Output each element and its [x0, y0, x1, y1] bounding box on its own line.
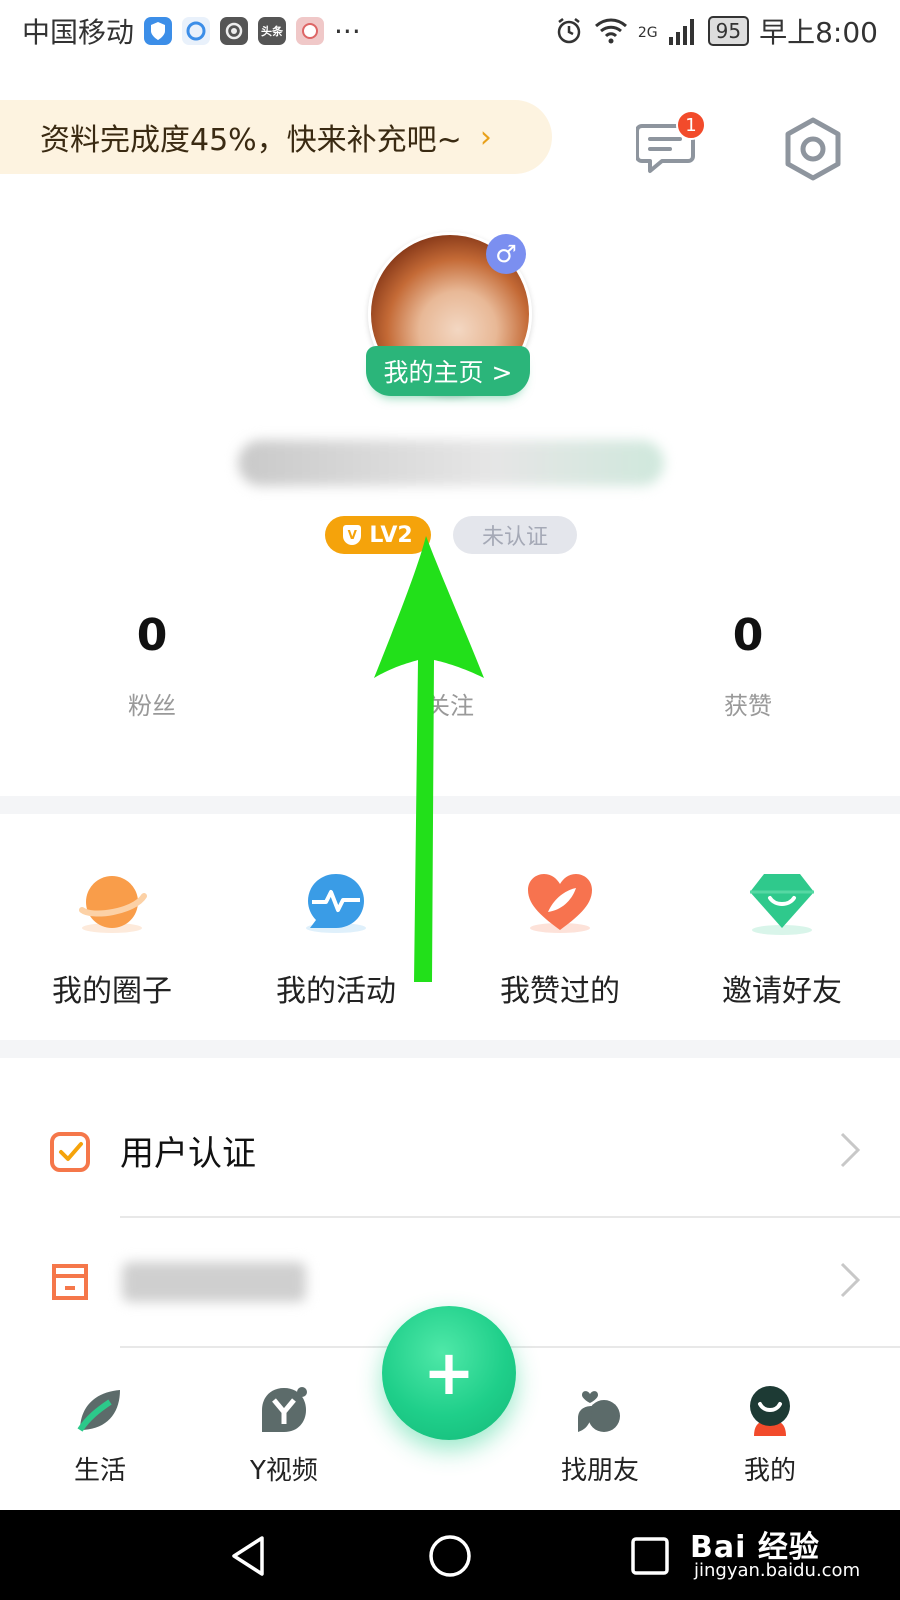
- verify-checkbox-icon: [48, 1130, 92, 1174]
- list-item-user-verification[interactable]: 用户认证: [0, 1088, 900, 1216]
- chevron-right-icon: [838, 1260, 862, 1300]
- level-shield-icon: V: [343, 525, 362, 545]
- home-circle-icon: [429, 1535, 471, 1577]
- recents-square-icon: [631, 1537, 669, 1575]
- signal-icon: [668, 19, 694, 45]
- quick-label: 我的活动: [276, 974, 396, 1009]
- quick-my-likes[interactable]: 我赞过的: [470, 866, 650, 1010]
- recents-button[interactable]: [626, 1532, 674, 1580]
- life-leaf-icon: [74, 1384, 126, 1436]
- watermark-url: jingyan.baidu.com: [694, 1560, 861, 1581]
- find-friends-icon: [574, 1384, 626, 1436]
- toutiao-icon: 头条: [258, 17, 287, 45]
- section-divider: [0, 1040, 900, 1058]
- likes-label: 获赞: [724, 692, 772, 720]
- quick-label: 邀请好友: [722, 974, 842, 1009]
- nav-label: Y视频: [250, 1456, 318, 1486]
- nav-tab-life[interactable]: 生活: [30, 1384, 170, 1487]
- section-divider: [0, 796, 900, 814]
- level-text: LV2: [369, 522, 413, 548]
- nav-label: 生活: [73, 1456, 126, 1486]
- more-notifications-icon: ···: [334, 14, 361, 48]
- quick-label: 我的圈子: [52, 974, 172, 1009]
- camera-app-icon: [220, 17, 249, 45]
- alarm-icon: [557, 18, 581, 44]
- chevron-right-icon: [838, 1130, 862, 1170]
- list-item-label: 用户认证: [120, 1134, 256, 1174]
- fans-label: 粉丝: [128, 692, 176, 720]
- status-right: 2G 95 早上8:00: [554, 11, 878, 51]
- quick-invite-friends[interactable]: 邀请好友: [692, 866, 872, 1010]
- nav-label: 找朋友: [560, 1456, 639, 1486]
- back-triangle-icon: [232, 1536, 264, 1576]
- status-left: 中国移动 头条 ···: [22, 11, 361, 51]
- browser-icon: [182, 17, 211, 45]
- smile-gem-icon: [742, 866, 822, 946]
- settings-hexagon-icon: [785, 117, 841, 181]
- cartoon-app-icon: [296, 17, 325, 45]
- activity-pulse-icon: [296, 866, 376, 946]
- carrier-label: 中国移动: [22, 16, 135, 49]
- nav-tab-y-video[interactable]: Y视频: [214, 1384, 354, 1487]
- quick-my-activities[interactable]: 我的活动: [246, 866, 426, 1010]
- nav-tab-me[interactable]: 我的: [700, 1384, 840, 1487]
- profile-completion-banner[interactable]: 资料完成度45%，快来补充吧~ ›: [0, 100, 552, 174]
- home-button[interactable]: [426, 1532, 474, 1580]
- quick-label: 我赞过的: [500, 974, 620, 1009]
- stat-following[interactable]: 0 关注: [350, 608, 550, 721]
- list-item-label-blurred: [122, 1262, 306, 1302]
- clock: 早上8:00: [759, 16, 878, 49]
- heart-leaf-icon: [520, 866, 600, 946]
- quick-my-circles[interactable]: 我的圈子: [22, 866, 202, 1010]
- y-video-icon: [258, 1384, 310, 1436]
- planet-icon: [72, 866, 152, 946]
- male-gender-icon: ♂: [486, 234, 526, 274]
- stat-likes[interactable]: 0 获赞: [648, 608, 848, 721]
- fans-count: 0: [136, 610, 168, 661]
- chevron-right-icon: ›: [479, 119, 492, 155]
- profile-badges: V LV2 未认证: [325, 516, 577, 554]
- me-avatar-icon: [744, 1384, 796, 1436]
- battery-indicator: 95: [707, 16, 750, 46]
- level-badge[interactable]: V LV2: [325, 516, 431, 554]
- wifi-icon: [594, 18, 627, 44]
- archive-icon: [48, 1260, 92, 1304]
- following-count: 0: [434, 610, 466, 661]
- nav-tab-find-friends[interactable]: 找朋友: [530, 1384, 670, 1487]
- settings-button[interactable]: [780, 116, 846, 182]
- username-blurred: [238, 440, 664, 486]
- back-button[interactable]: [226, 1532, 274, 1580]
- my-homepage-button[interactable]: 我的主页 >: [366, 346, 530, 396]
- shield-icon: [144, 17, 173, 45]
- network-type: 2G: [637, 25, 658, 41]
- likes-count: 0: [732, 610, 764, 661]
- create-post-fab[interactable]: +: [382, 1306, 516, 1440]
- verify-status-badge[interactable]: 未认证: [453, 516, 577, 554]
- message-count-badge: 1: [676, 110, 706, 140]
- nav-label: 我的: [743, 1456, 796, 1486]
- profile-completion-text: 资料完成度45%，快来补充吧~: [40, 123, 462, 158]
- status-bar: 中国移动 头条 ··· 2G 95 早上8:00: [0, 0, 900, 62]
- plus-icon: +: [423, 1336, 475, 1409]
- stat-fans[interactable]: 0 粉丝: [52, 608, 252, 721]
- following-label: 关注: [426, 692, 474, 720]
